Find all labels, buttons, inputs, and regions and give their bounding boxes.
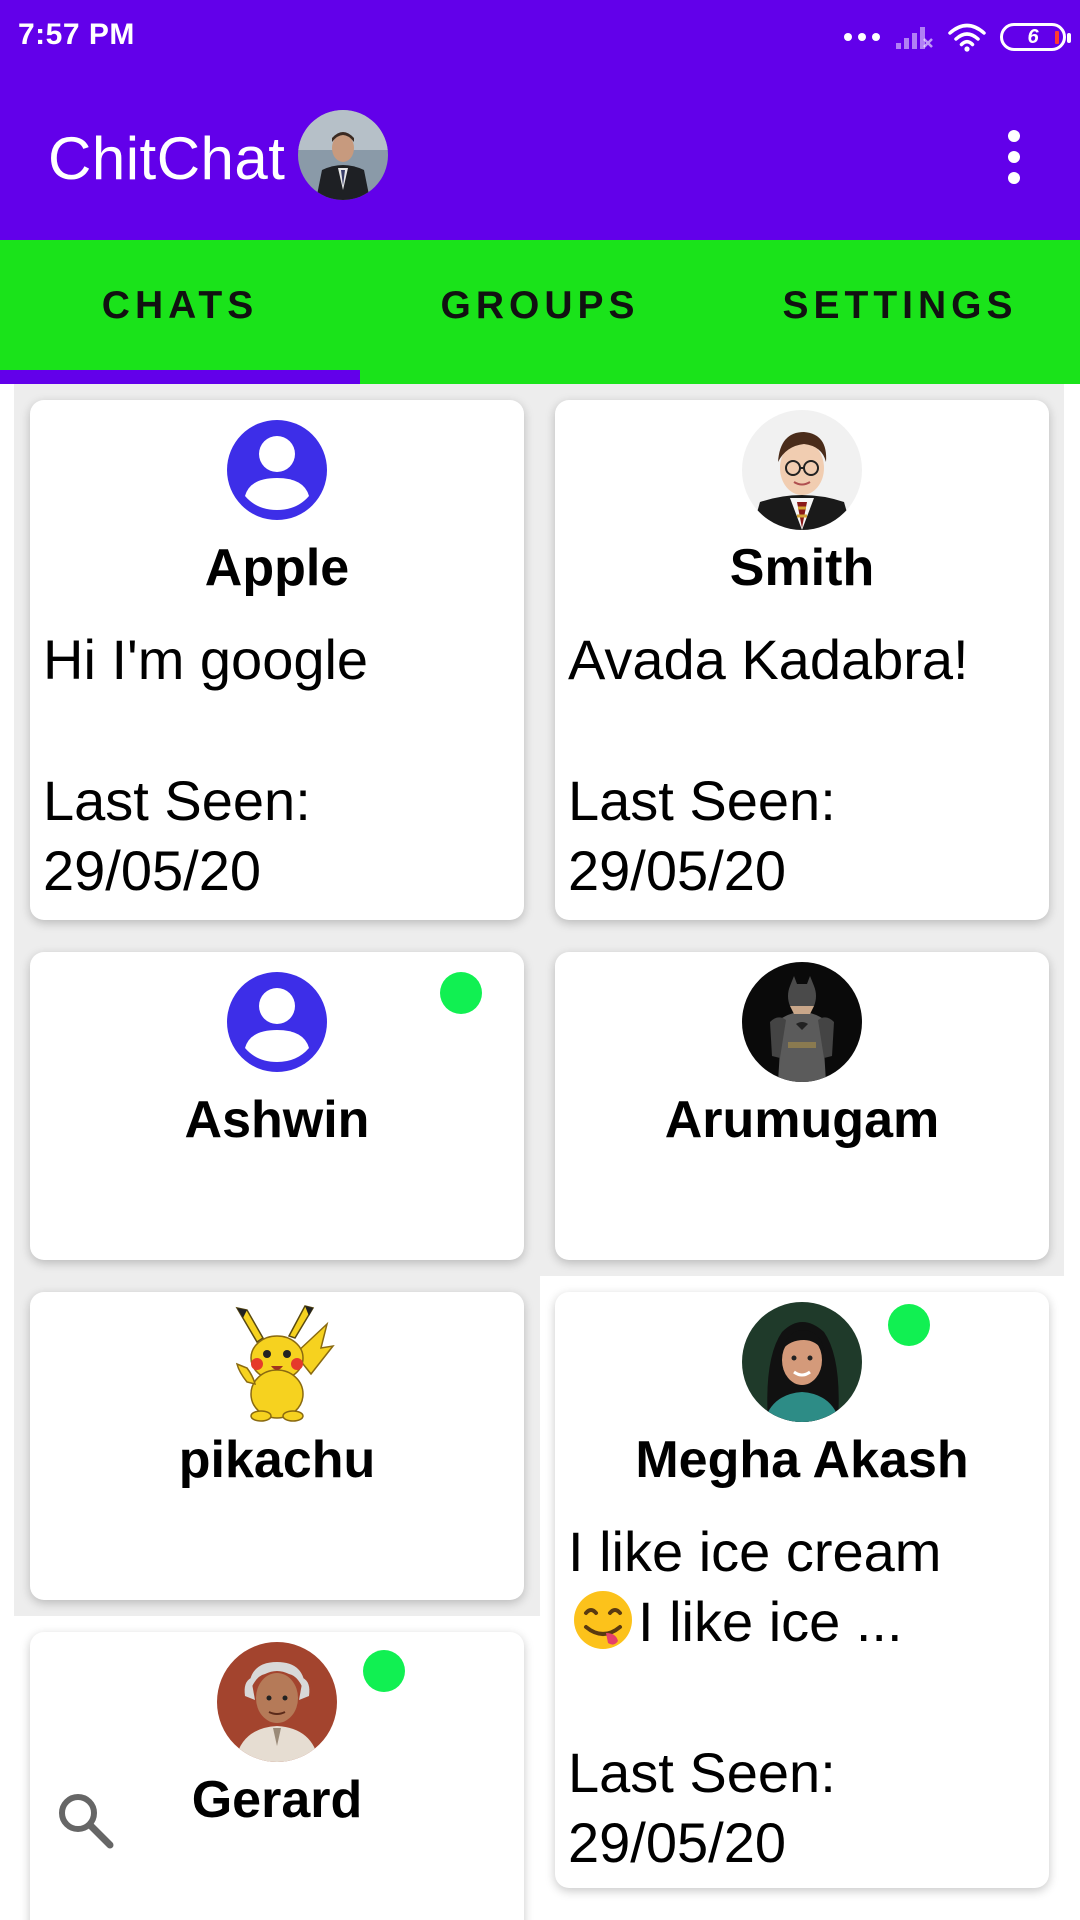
app-title: ChitChat — [48, 125, 286, 192]
chat-card-arumugam[interactable]: Arumugam — [555, 952, 1049, 1260]
last-message: Avada Kadabra! — [568, 628, 969, 691]
tab-chats[interactable]: CHATS — [0, 240, 360, 384]
last-seen: Last Seen: 29/05/20 — [43, 769, 311, 902]
tab-groups[interactable]: GROUPS — [360, 240, 720, 384]
woman-avatar-icon — [742, 1302, 862, 1422]
online-status-dot — [888, 1304, 930, 1346]
chat-card-ashwin[interactable]: Ashwin — [30, 952, 524, 1260]
chat-card-smith[interactable]: Smith Avada Kadabra! Last Seen: 29/05/20 — [555, 400, 1049, 920]
contact-name: Smith — [729, 539, 875, 597]
last-seen: Last Seen: 29/05/20 — [568, 1741, 836, 1874]
contact-name: Arumugam — [664, 1091, 940, 1149]
battery-icon: 6 — [1000, 23, 1071, 51]
search-icon[interactable] — [52, 1787, 118, 1853]
chat-card-gerard[interactable]: Gerard — [30, 1632, 524, 1920]
online-status-dot — [440, 972, 482, 1014]
last-message: I like ice cream I like ice ... — [568, 1517, 1039, 1657]
last-message-line-1: I like ice cream — [568, 1520, 942, 1583]
contact-name: Apple — [204, 539, 350, 597]
status-bar: 7:57 PM 6 — [0, 0, 1080, 75]
man-avatar-icon — [217, 1642, 337, 1762]
selected-tab-indicator — [0, 370, 360, 384]
no-signal-icon — [896, 27, 933, 49]
chat-list[interactable]: Apple Hi I'm google Last Seen: 29/05/20 … — [0, 384, 1080, 1920]
chat-card-apple[interactable]: Apple Hi I'm google Last Seen: 29/05/20 — [30, 400, 524, 920]
tab-settings[interactable]: SETTINGS — [720, 240, 1080, 384]
battery-level: 6 — [1027, 25, 1039, 48]
default-person-icon — [217, 962, 337, 1082]
last-seen: Last Seen: 29/05/20 — [568, 769, 836, 902]
chat-card-megha-akash[interactable]: Megha Akash I like ice cream I like ice … — [555, 1292, 1049, 1888]
tab-bar: CHATS GROUPS SETTINGS — [0, 240, 1080, 384]
profile-avatar[interactable] — [298, 110, 388, 200]
app-bar: 7:57 PM 6 ChitChat — [0, 0, 1080, 240]
batman-avatar-icon — [742, 962, 862, 1082]
default-person-icon — [217, 410, 337, 530]
contact-name: Megha Akash — [635, 1431, 969, 1489]
last-message: Hi I'm google — [43, 628, 369, 691]
more-dots-icon — [844, 33, 880, 41]
last-message-line-2: I like ice ... — [568, 1587, 1039, 1657]
face-savoring-food-emoji-icon — [574, 1591, 632, 1649]
more-vertical-icon[interactable] — [998, 130, 1030, 184]
wizard-avatar-icon — [742, 410, 862, 530]
status-time: 7:57 PM — [18, 18, 135, 51]
status-icons: 6 — [844, 20, 1071, 54]
contact-name: Ashwin — [184, 1091, 370, 1149]
chat-card-pikachu[interactable]: pikachu — [30, 1292, 524, 1600]
pikachu-icon — [217, 1302, 337, 1422]
contact-name: pikachu — [178, 1431, 376, 1489]
online-status-dot — [363, 1650, 405, 1692]
wifi-icon — [948, 23, 986, 52]
